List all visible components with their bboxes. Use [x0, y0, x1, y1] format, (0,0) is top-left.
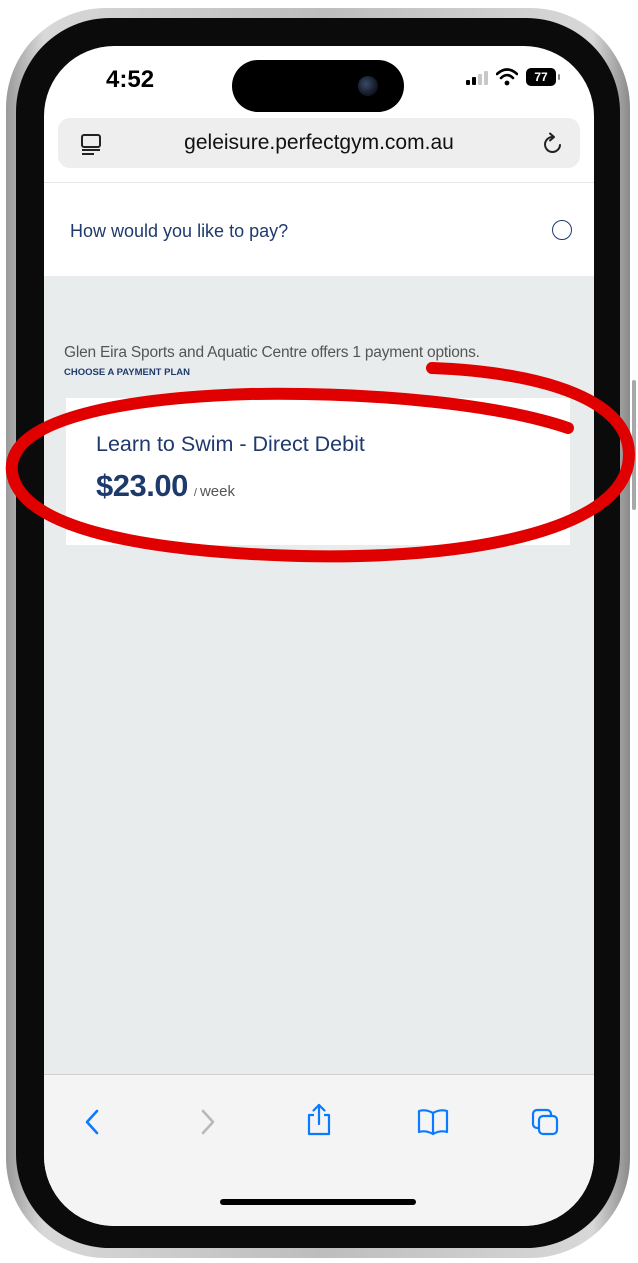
close-icon[interactable]: ⊗: [552, 220, 572, 240]
phone-screen: 4:52 77 geleisure.perfectgym.com.au How …: [44, 46, 594, 1226]
offer-text: Glen Eira Sports and Aquatic Centre offe…: [64, 344, 480, 361]
plan-price: $23.00: [96, 468, 188, 503]
wifi-icon: [496, 68, 518, 86]
reload-icon[interactable]: [540, 131, 566, 157]
camera-icon: [358, 76, 378, 96]
plan-period-text: week: [199, 483, 235, 500]
address-bar[interactable]: geleisure.perfectgym.com.au: [58, 118, 580, 168]
payment-plan-card[interactable]: Learn to Swim - Direct Debit $23.00 / we…: [66, 398, 570, 545]
forward-icon[interactable]: [192, 1107, 222, 1137]
bookmarks-icon[interactable]: [416, 1107, 450, 1137]
battery-icon: 77: [526, 68, 560, 86]
url-text[interactable]: geleisure.perfectgym.com.au: [58, 131, 580, 155]
plan-price-row: $23.00 / week: [96, 468, 235, 504]
plan-period: / week: [193, 483, 235, 500]
home-indicator[interactable]: [220, 1199, 416, 1205]
payment-header: How would you like to pay? ⊗: [44, 182, 594, 277]
browser-toolbar: [44, 1074, 594, 1226]
side-button: [632, 380, 636, 510]
payment-content: Glen Eira Sports and Aquatic Centre offe…: [44, 276, 594, 1074]
plan-name: Learn to Swim - Direct Debit: [96, 432, 365, 456]
back-icon[interactable]: [78, 1107, 108, 1137]
page-title: How would you like to pay?: [70, 221, 289, 241]
tabs-icon[interactable]: [530, 1107, 560, 1137]
status-time: 4:52: [106, 66, 155, 93]
dynamic-island: [232, 60, 404, 112]
share-icon[interactable]: [304, 1103, 334, 1137]
signal-icon: [466, 69, 488, 85]
phone-bezel: 4:52 77 geleisure.perfectgym.com.au How …: [16, 18, 620, 1248]
choose-plan-label: CHOOSE A PAYMENT PLAN: [64, 367, 190, 378]
status-icons: 77: [466, 68, 560, 86]
